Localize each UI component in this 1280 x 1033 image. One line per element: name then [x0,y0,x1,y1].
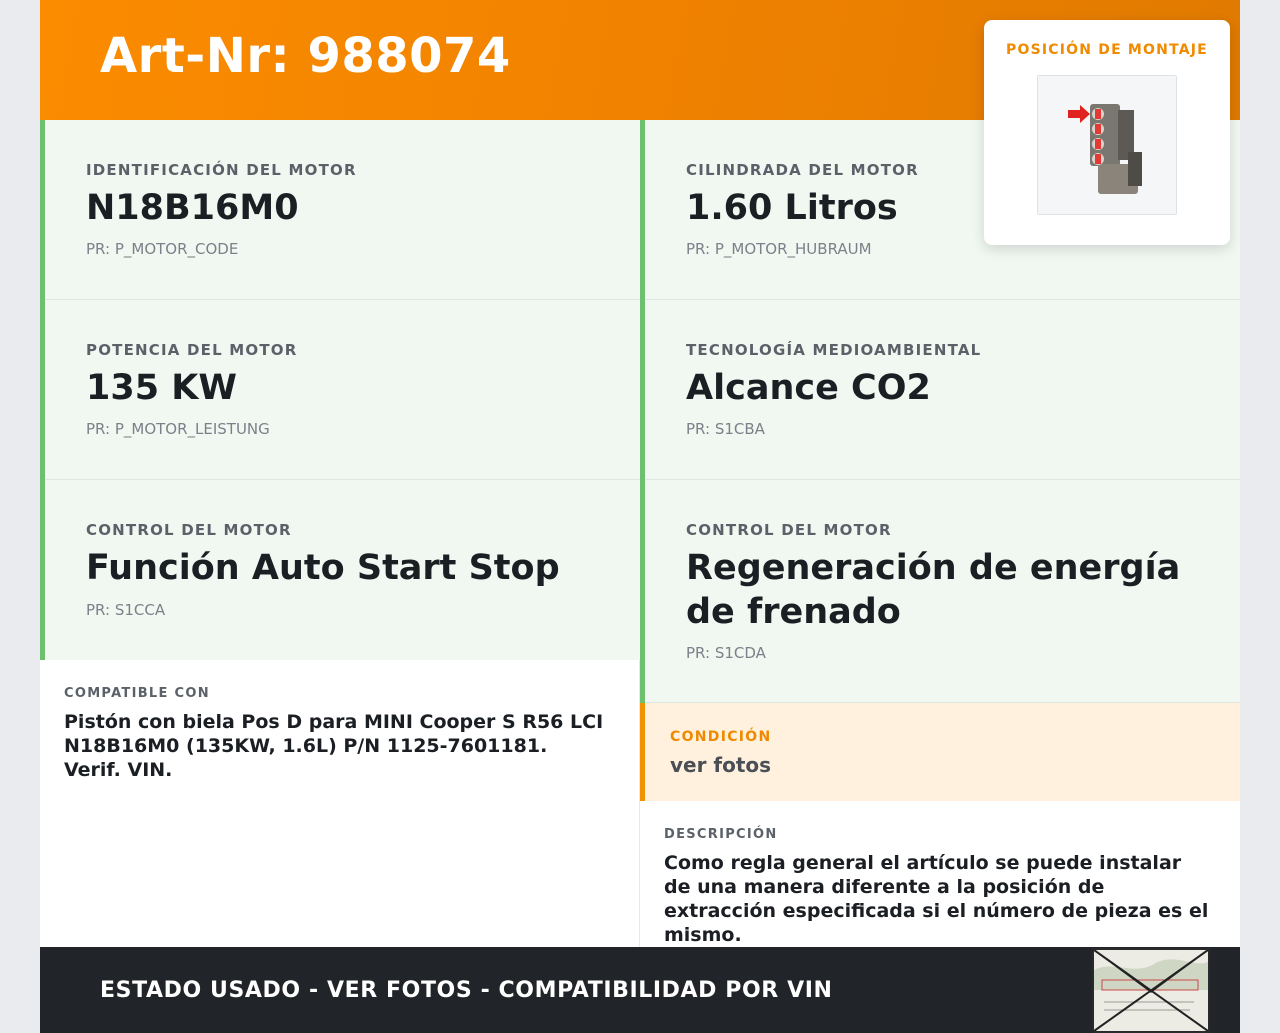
spec-label: CILINDRADA DEL MOTOR [686,161,919,179]
condition-value: ver fotos [670,753,772,777]
spec-label: CONTROL DEL MOTOR [86,521,292,539]
description-text: Como regla general el artículo se puede … [664,852,1209,946]
description-section: DESCRIPCIÓN Como regla general el artícu… [640,801,1240,947]
spec-value: Alcance CO2 [686,368,931,408]
mount-position-title: POSICIÓN DE MONTAJE [1006,42,1208,58]
condition-label: CONDICIÓN [670,729,772,745]
spec-engine-control-regeneration: CONTROL DEL MOTOR Regeneración de energí… [640,480,1240,703]
spec-value: 135 KW [86,368,237,408]
mount-position-panel: POSICIÓN DE MONTAJE [984,20,1230,245]
description-label: DESCRIPCIÓN [664,827,778,842]
compatible-text: Pistón con biela Pos D para MINI Cooper … [64,711,604,781]
condition-section: CONDICIÓN ver fotos [640,703,1240,801]
spec-power: POTENCIA DEL MOTOR 135 KW PR: P_MOTOR_LE… [40,300,640,480]
spec-engine-control-start-stop: CONTROL DEL MOTOR Función Auto Start Sto… [40,480,640,661]
footer-status-text: ESTADO USADO - VER FOTOS - COMPATIBILIDA… [100,978,833,1003]
spec-environmental-tech: TECNOLOGÍA MEDIOAMBIENTAL Alcance CO2 PR… [640,300,1240,480]
article-number: Art-Nr: 988074 [100,28,511,84]
spec-code: PR: S1CDA [686,644,766,662]
article-card: Art-Nr: 988074 POSICIÓN DE MONTAJE IDENT… [40,0,1240,1033]
spec-label: TECNOLOGÍA MEDIOAMBIENTAL [686,341,982,359]
postal-stamp-icon [1092,948,1210,1033]
spec-code: PR: P_MOTOR_HUBRAUM [686,240,872,258]
spec-value: Regeneración de energía de frenado [686,548,1181,632]
engine-mount-position-icon[interactable] [1037,75,1177,215]
spec-code: PR: S1CBA [686,420,765,438]
spec-code: PR: P_MOTOR_CODE [86,240,239,258]
spec-value: Función Auto Start Stop [86,548,560,588]
spec-engine-id: IDENTIFICACIÓN DEL MOTOR N18B16M0 PR: P_… [40,120,640,300]
spec-value: N18B16M0 [86,188,299,228]
spec-label: IDENTIFICACIÓN DEL MOTOR [86,161,357,179]
spec-code: PR: S1CCA [86,601,166,619]
spec-label: POTENCIA DEL MOTOR [86,341,298,359]
compatible-section: COMPATIBLE CON Pistón con biela Pos D pa… [40,660,640,947]
status-footer: ESTADO USADO - VER FOTOS - COMPATIBILIDA… [40,947,1240,1033]
compatible-label: COMPATIBLE CON [64,686,210,701]
spec-code: PR: P_MOTOR_LEISTUNG [86,420,270,438]
spec-label: CONTROL DEL MOTOR [686,521,892,539]
